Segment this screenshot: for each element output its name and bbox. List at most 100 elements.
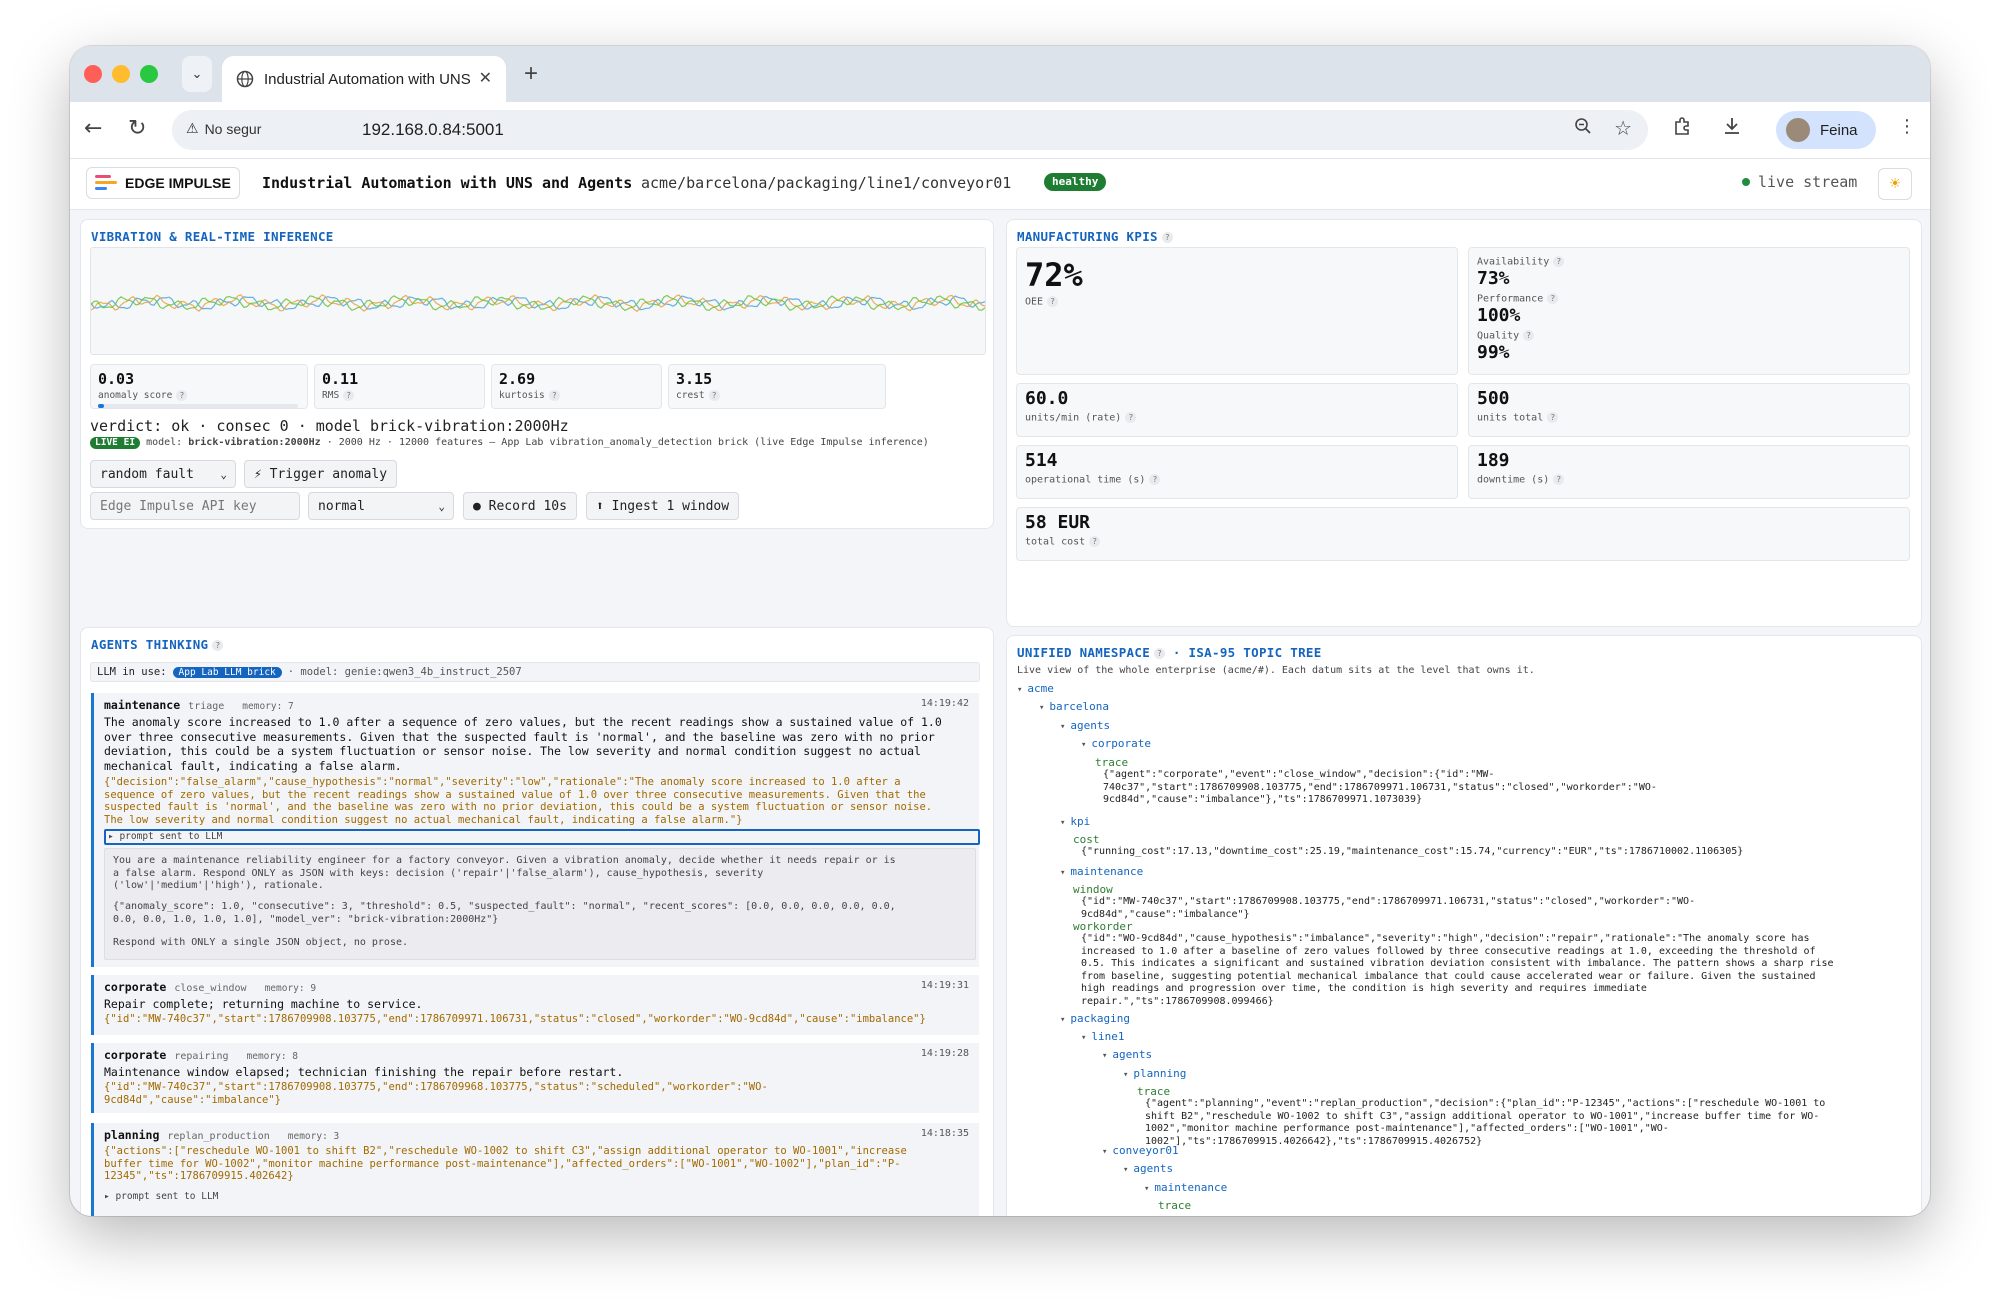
tree-node-maintenance[interactable]: ▾ maintenance (1144, 1181, 1227, 1196)
help-icon[interactable]: ? (1047, 296, 1059, 307)
anomaly-score-label: anomaly score? (98, 390, 188, 401)
close-tab-icon[interactable]: ✕ (479, 68, 492, 87)
anomaly-score-bar (98, 404, 298, 408)
agent-decision-json: {"actions":["reschedule WO-1001 to shift… (104, 1145, 907, 1182)
browser-tab[interactable]: Industrial Automation with UNS and Agent… (222, 56, 506, 102)
extensions-icon[interactable] (1672, 116, 1692, 141)
url-text[interactable]: 192.168.0.84:5001 (362, 120, 504, 140)
help-icon[interactable]: ? (1523, 330, 1535, 341)
address-bar[interactable]: ⚠ No segur 192.168.0.84:5001 ☆ (172, 110, 1648, 150)
prompt-payload: {"anomaly_score": 1.0, "consecutive": 3,… (113, 901, 896, 925)
help-icon[interactable]: ? (1149, 474, 1161, 485)
help-icon[interactable]: ? (1125, 412, 1137, 423)
api-key-input[interactable]: Edge Impulse API key (90, 492, 300, 520)
help-icon[interactable]: ? (343, 390, 355, 401)
rms-label: RMS? (322, 390, 355, 401)
label-select[interactable]: normal ⌄ (308, 492, 454, 520)
tree-leaf-cost: cost (1073, 833, 1100, 846)
tree-leaf-window: window (1073, 883, 1113, 896)
agent-card-corporate: corporate close_window memory: 9 14:19:31 … (91, 975, 979, 1035)
anomaly-score-bar-fill (98, 404, 104, 408)
record-button[interactable]: ● Record 10s (463, 492, 577, 520)
crest-label: crest? (676, 390, 720, 401)
maximize-window-button[interactable] (140, 65, 158, 83)
help-icon[interactable]: ? (1547, 412, 1559, 423)
tree-value-planning-trace: {"agent":"planning","event":"replan_prod… (1145, 1098, 1826, 1147)
browser-menu-icon[interactable]: ⋮ (1898, 116, 1916, 137)
oee-label: OEE? (1025, 296, 1059, 308)
help-icon[interactable]: ? (1547, 293, 1559, 304)
agent-decision-json: {"id":"MW-740c37","start":1786709908.103… (104, 1013, 926, 1025)
help-icon[interactable]: ? (548, 390, 560, 401)
caret-down-icon: ▾ (1060, 868, 1066, 878)
minimize-window-button[interactable] (112, 65, 130, 83)
caret-down-icon: ▾ (1144, 1184, 1150, 1194)
kpi-panel: MANUFACTURING KPIS? 72% OEE? Availabilit… (1006, 219, 1922, 627)
verdict-text: verdict: ok · consec 0 · model brick-vib… (90, 417, 569, 435)
close-window-button[interactable] (84, 65, 102, 83)
security-label: No segur (204, 120, 262, 137)
reload-icon[interactable]: ↻ (128, 116, 146, 141)
tree-node-acme[interactable]: ▾ acme (1017, 682, 1054, 697)
tree-node-agents[interactable]: ▾ agents (1060, 719, 1110, 734)
profile-button[interactable]: Feina (1776, 111, 1876, 149)
tree-node-corporate[interactable]: ▾ corporate (1081, 737, 1151, 752)
tree-value-window: {"id":"MW-740c37","start":1786709908.103… (1081, 896, 1696, 920)
agent-card-header: planning replan_production memory: 3 (104, 1128, 339, 1142)
tree-node-kpi[interactable]: ▾ kpi (1060, 815, 1090, 830)
operational-time-card: 514 operational time (s)? (1016, 445, 1458, 499)
kurtosis-label: kurtosis? (499, 390, 560, 401)
tree-node-line1[interactable]: ▾ line1 (1081, 1030, 1125, 1045)
caret-down-icon: ▾ (1017, 685, 1023, 695)
downtime-card: 189 downtime (s)? (1468, 445, 1910, 499)
tab-title: Industrial Automation with UNS and Agent… (264, 70, 474, 88)
new-tab-button[interactable]: + (524, 60, 538, 88)
help-icon[interactable]: ? (708, 390, 720, 401)
total-cost-value: 58 EUR (1025, 512, 1091, 533)
tree-value-corporate-trace: {"agent":"corporate","event":"close_wind… (1103, 769, 1657, 805)
agent-memory: memory: 7 (242, 701, 294, 712)
back-arrow-icon[interactable]: ← (84, 116, 102, 141)
tree-node-conveyor01[interactable]: ▾ conveyor01 (1102, 1144, 1179, 1159)
help-icon[interactable]: ? (1553, 256, 1565, 267)
crest-metric: 3.15 crest? (668, 364, 886, 409)
tree-node-agents[interactable]: ▾ agents (1123, 1162, 1173, 1177)
fault-select[interactable]: random fault ⌄ (90, 460, 236, 488)
agent-card-planning: planning replan_production memory: 3 14:18… (91, 1123, 979, 1216)
ingest-button[interactable]: ⬆ Ingest 1 window (586, 492, 740, 520)
tree-node-agents[interactable]: ▾ agents (1102, 1048, 1152, 1063)
agent-name: corporate (104, 1048, 167, 1062)
prompt-toggle[interactable]: ▸ prompt sent to LLM (104, 829, 980, 845)
security-indicator[interactable]: ⚠ No segur (186, 120, 261, 137)
prompt-toggle[interactable]: ▸ prompt sent to LLM (104, 1191, 218, 1202)
help-icon[interactable]: ? (1553, 474, 1565, 485)
logo-text: EDGE IMPULSE (125, 175, 231, 191)
help-icon[interactable]: ? (1154, 648, 1166, 659)
trigger-anomaly-button[interactable]: ⚡ Trigger anomaly (244, 460, 398, 488)
bookmark-star-icon[interactable]: ☆ (1614, 116, 1632, 140)
caret-down-icon: ▾ (1060, 818, 1066, 828)
total-cost-card: 58 EUR total cost? (1016, 507, 1910, 561)
caret-down-icon: ▾ (1039, 703, 1045, 713)
help-icon[interactable]: ? (176, 390, 188, 401)
theme-toggle-button[interactable]: ☀ (1878, 168, 1912, 200)
tree-node-packaging[interactable]: ▾ packaging (1060, 1012, 1130, 1027)
help-icon[interactable]: ? (1161, 232, 1173, 243)
tree-node-barcelona[interactable]: ▾ barcelona (1039, 700, 1109, 715)
tree-leaf-trace: trace (1158, 1199, 1192, 1212)
tree-node-maintenance[interactable]: ▾ maintenance (1060, 865, 1143, 880)
app-header: EDGE IMPULSE Industrial Automation with … (70, 159, 1930, 210)
agent-reasoning: Maintenance window elapsed; technician f… (104, 1065, 624, 1079)
label-select-value: normal (318, 498, 365, 514)
topic-path: acme/barcelona/packaging/line1/conveyor0… (641, 174, 1012, 192)
help-icon[interactable]: ? (1089, 536, 1101, 547)
edge-impulse-logo: EDGE IMPULSE (86, 167, 240, 199)
tab-search-button[interactable]: ⌄ (182, 56, 212, 92)
model-info: LIVE EI model: brick-vibration:2000Hz · … (90, 437, 970, 449)
zoom-icon[interactable] (1574, 117, 1592, 140)
download-icon[interactable] (1722, 116, 1742, 141)
help-icon[interactable]: ? (212, 640, 224, 651)
uns-panel: UNIFIED NAMESPACE? · ISA-95 TOPIC TREE L… (1006, 635, 1922, 1216)
tree-node-planning[interactable]: ▾ planning (1123, 1067, 1186, 1082)
agent-reasoning: The anomaly score increased to 1.0 after… (104, 715, 942, 773)
